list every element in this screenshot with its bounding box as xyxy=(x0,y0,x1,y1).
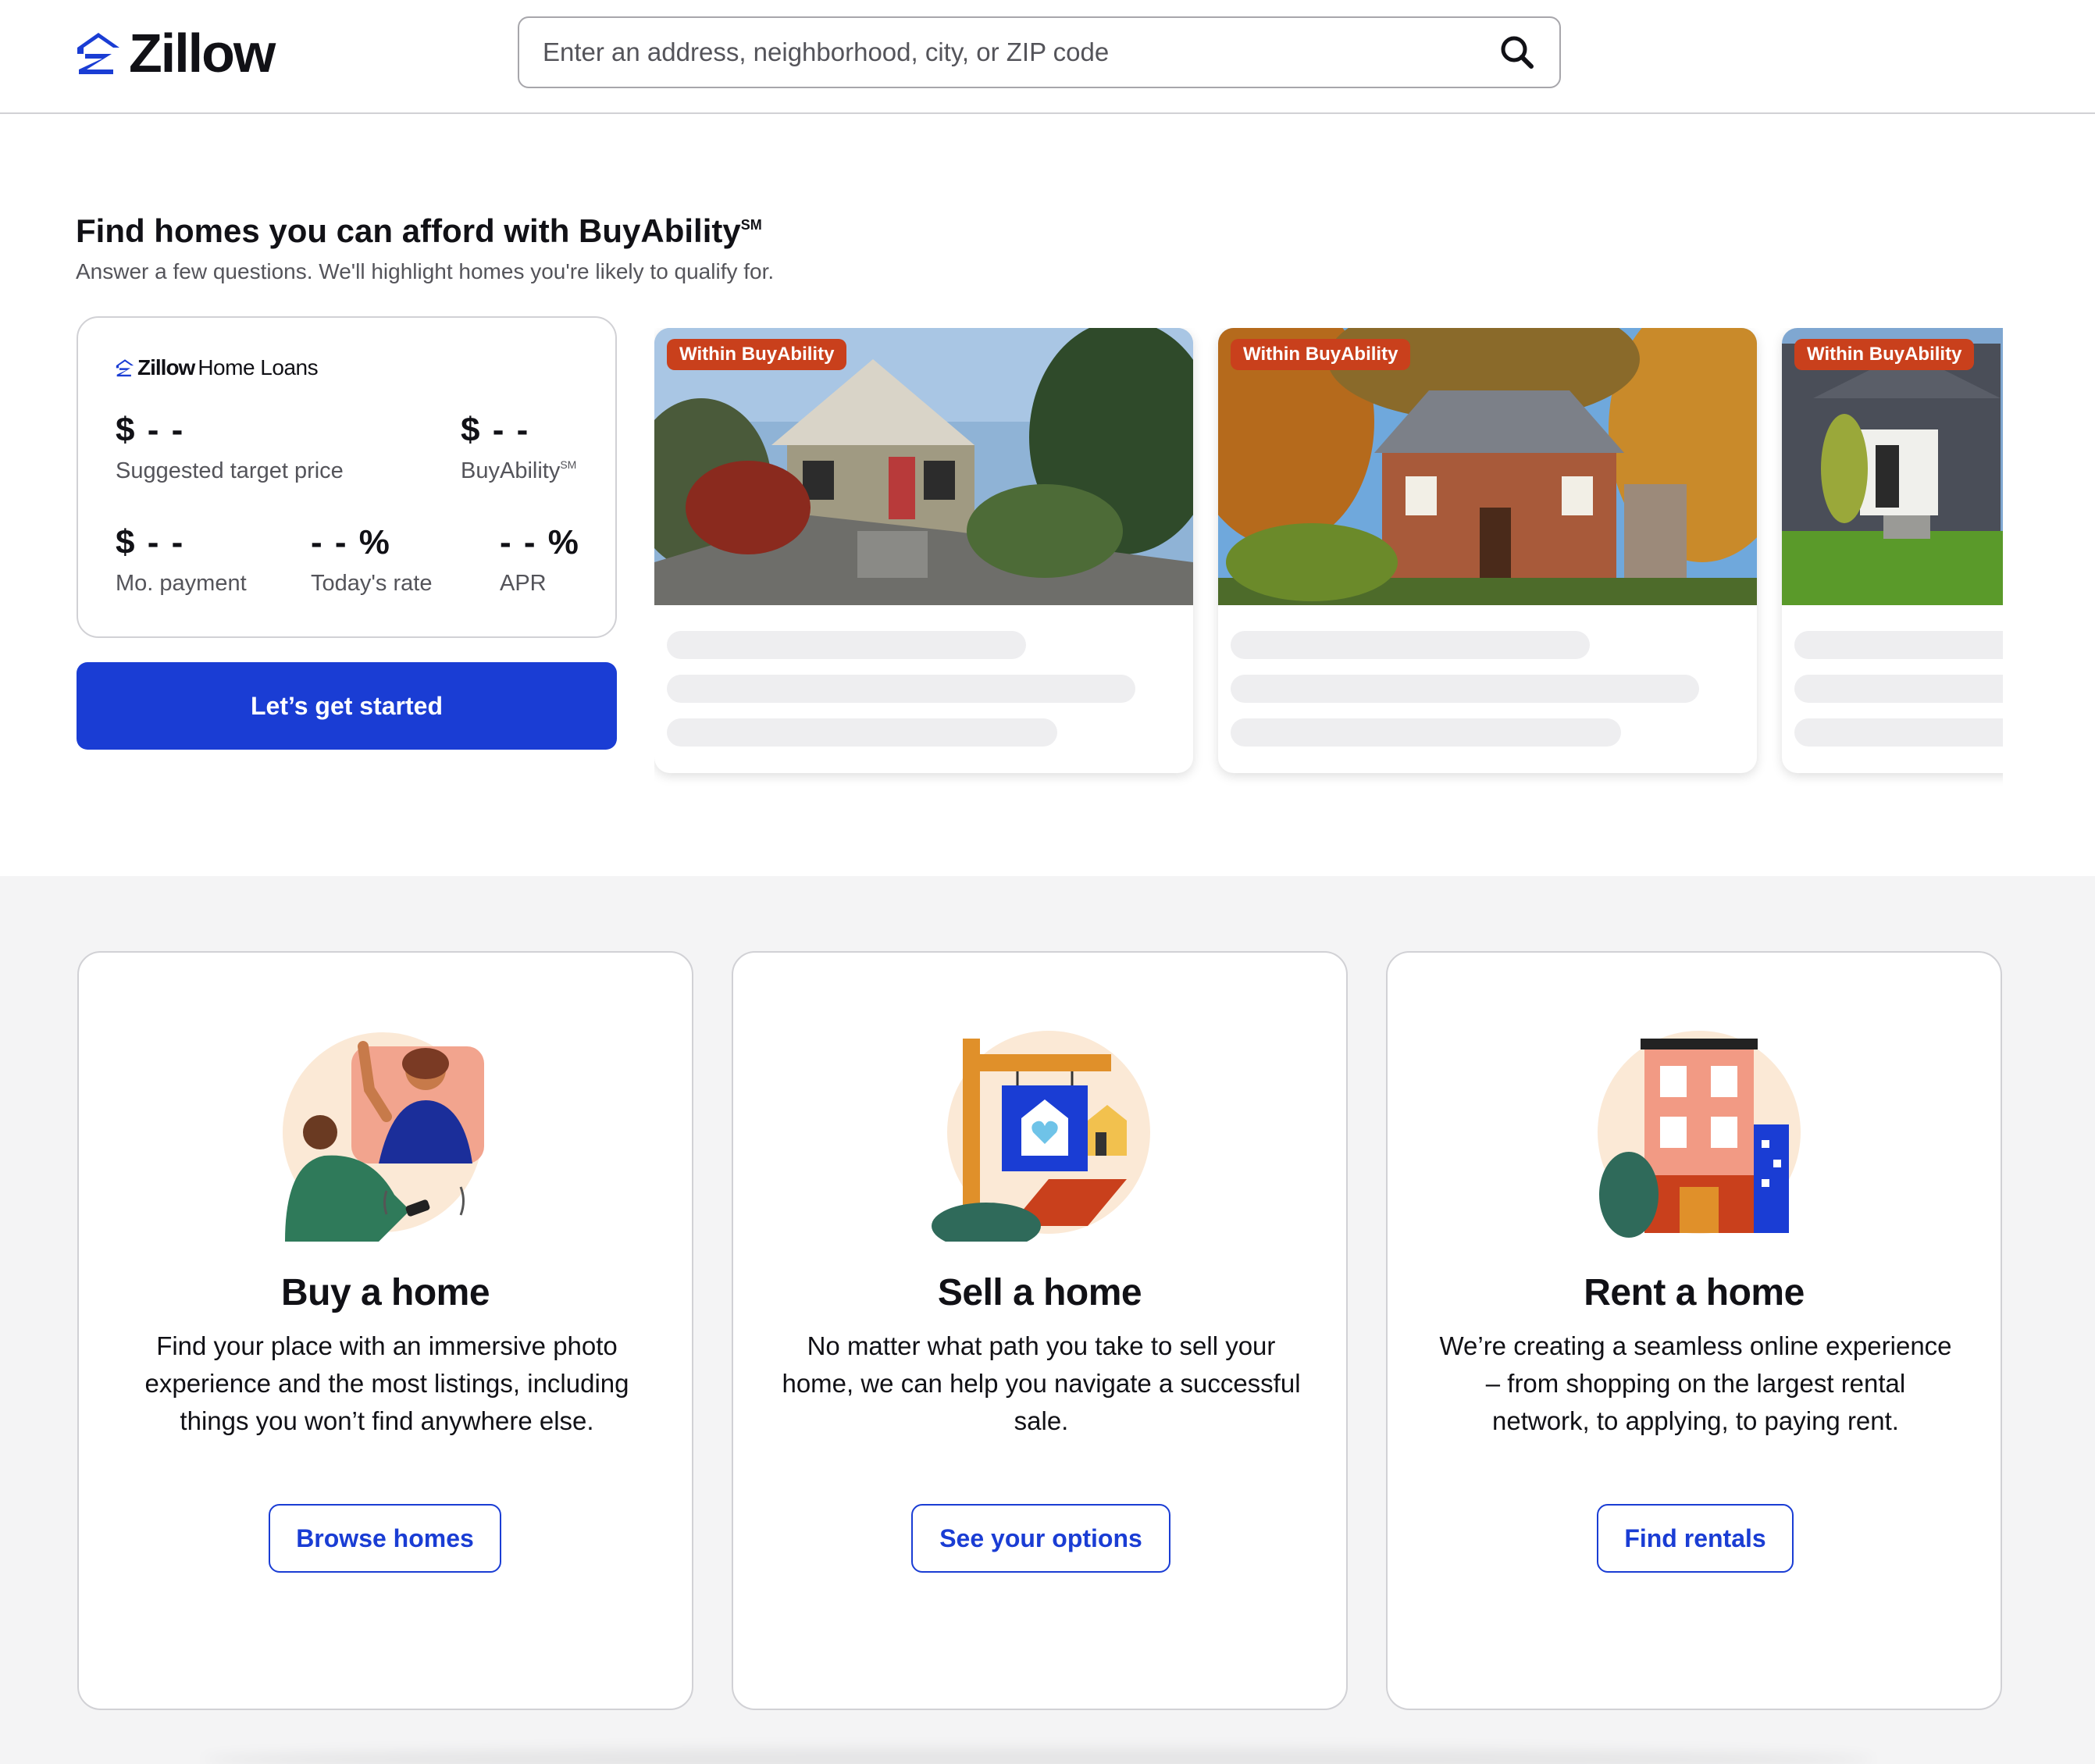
listing-carousel: Within BuyAbility Within BuyAbility With… xyxy=(654,328,2003,796)
buyability-badge: Within BuyAbility xyxy=(667,339,847,370)
zillow-house-icon xyxy=(77,33,119,74)
buyability-stat: $ - - BuyAbilitySM xyxy=(461,413,576,484)
sell-home-title: Sell a home xyxy=(937,1272,1142,1313)
loading-placeholder xyxy=(667,631,1026,659)
target-price-label: Suggested target price xyxy=(116,458,344,483)
rent-home-illustration xyxy=(1598,1031,1801,1238)
rate-stat: - - % Today's rate xyxy=(311,526,432,597)
loading-placeholder xyxy=(1794,631,2003,659)
payment-label: Mo. payment xyxy=(116,571,247,596)
sell-home-illustration xyxy=(932,1031,1150,1242)
browse-homes-button[interactable]: Browse homes xyxy=(269,1504,501,1573)
loading-placeholder xyxy=(667,675,1135,703)
buy-home-description: Find your place with an immersive photo … xyxy=(144,1331,629,1435)
logo-wordmark: Zillow xyxy=(129,23,276,84)
listing-card[interactable]: Within BuyAbility xyxy=(1782,328,2003,773)
payment-stat: $ - - Mo. payment xyxy=(116,526,247,597)
zillow-house-icon xyxy=(116,359,134,377)
listing-card[interactable]: Within BuyAbility xyxy=(654,328,1193,773)
sell-home-description: No matter what path you take to sell you… xyxy=(782,1331,1301,1435)
search-placeholder: Enter an address, neighborhood, city, or… xyxy=(543,37,1110,66)
rate-value: - - % xyxy=(311,523,391,561)
rent-home-card: Rent a home We’re creating a seamless on… xyxy=(1386,951,2002,1710)
home-loans-brand: Zillow xyxy=(137,355,195,380)
zillow-home-loans-logo: Zillow Home Loans xyxy=(116,355,319,380)
search-icon[interactable] xyxy=(1498,34,1536,71)
rate-label: Today's rate xyxy=(311,571,433,596)
buy-home-card: Buy a home Find your place with an immer… xyxy=(77,951,693,1710)
rent-home-title: Rent a home xyxy=(1584,1272,1805,1313)
loading-placeholder xyxy=(667,718,1057,747)
service-mark: SM xyxy=(560,458,577,471)
get-started-button[interactable]: Let’s get started xyxy=(77,662,617,750)
buyability-value: $ - - xyxy=(461,411,530,449)
loading-placeholder xyxy=(1794,718,2003,747)
buyability-subtitle: Answer a few questions. We'll highlight … xyxy=(76,259,775,283)
target-price-value: $ - - xyxy=(116,411,185,449)
buyability-label-wrap: BuyAbilitySM xyxy=(461,458,576,484)
loading-placeholder xyxy=(1231,718,1621,747)
buy-home-title: Buy a home xyxy=(280,1272,490,1313)
loading-placeholder xyxy=(1794,675,2003,703)
buyability-badge: Within BuyAbility xyxy=(1794,339,1975,370)
loading-placeholder xyxy=(1231,675,1699,703)
buyability-badge: Within BuyAbility xyxy=(1231,339,1411,370)
service-mark: SM xyxy=(740,217,762,233)
payment-value: $ - - xyxy=(116,523,185,561)
target-price-stat: $ - - Suggested target price xyxy=(116,413,344,484)
site-header: Zillow Enter an address, neighborhood, c… xyxy=(0,0,2095,114)
loading-placeholder xyxy=(1231,631,1590,659)
apr-value: - - % xyxy=(500,523,580,561)
sell-home-card: Sell a home No matter what path you take… xyxy=(732,951,1348,1710)
buyability-label: BuyAbility xyxy=(461,458,561,483)
rent-home-description: We’re creating a seamless online experie… xyxy=(1439,1331,1952,1435)
find-rentals-button[interactable]: Find rentals xyxy=(1597,1504,1794,1573)
buyability-heading: Find homes you can afford with BuyAbilit… xyxy=(76,212,762,250)
see-options-button[interactable]: See your options xyxy=(911,1504,1170,1573)
buy-home-illustration xyxy=(283,1032,484,1242)
listing-card[interactable]: Within BuyAbility xyxy=(1218,328,1757,773)
apr-stat: - - % APR xyxy=(500,526,580,597)
apr-label: APR xyxy=(500,571,547,596)
search-input[interactable]: Enter an address, neighborhood, city, or… xyxy=(518,16,1561,88)
home-loans-sub: Home Loans xyxy=(198,355,319,380)
buyability-heading-text: Find homes you can afford with BuyAbilit… xyxy=(76,212,741,249)
zillow-logo[interactable]: Zillow xyxy=(76,23,276,84)
home-loans-card: Zillow Home Loans $ - - Suggested target… xyxy=(77,316,617,638)
